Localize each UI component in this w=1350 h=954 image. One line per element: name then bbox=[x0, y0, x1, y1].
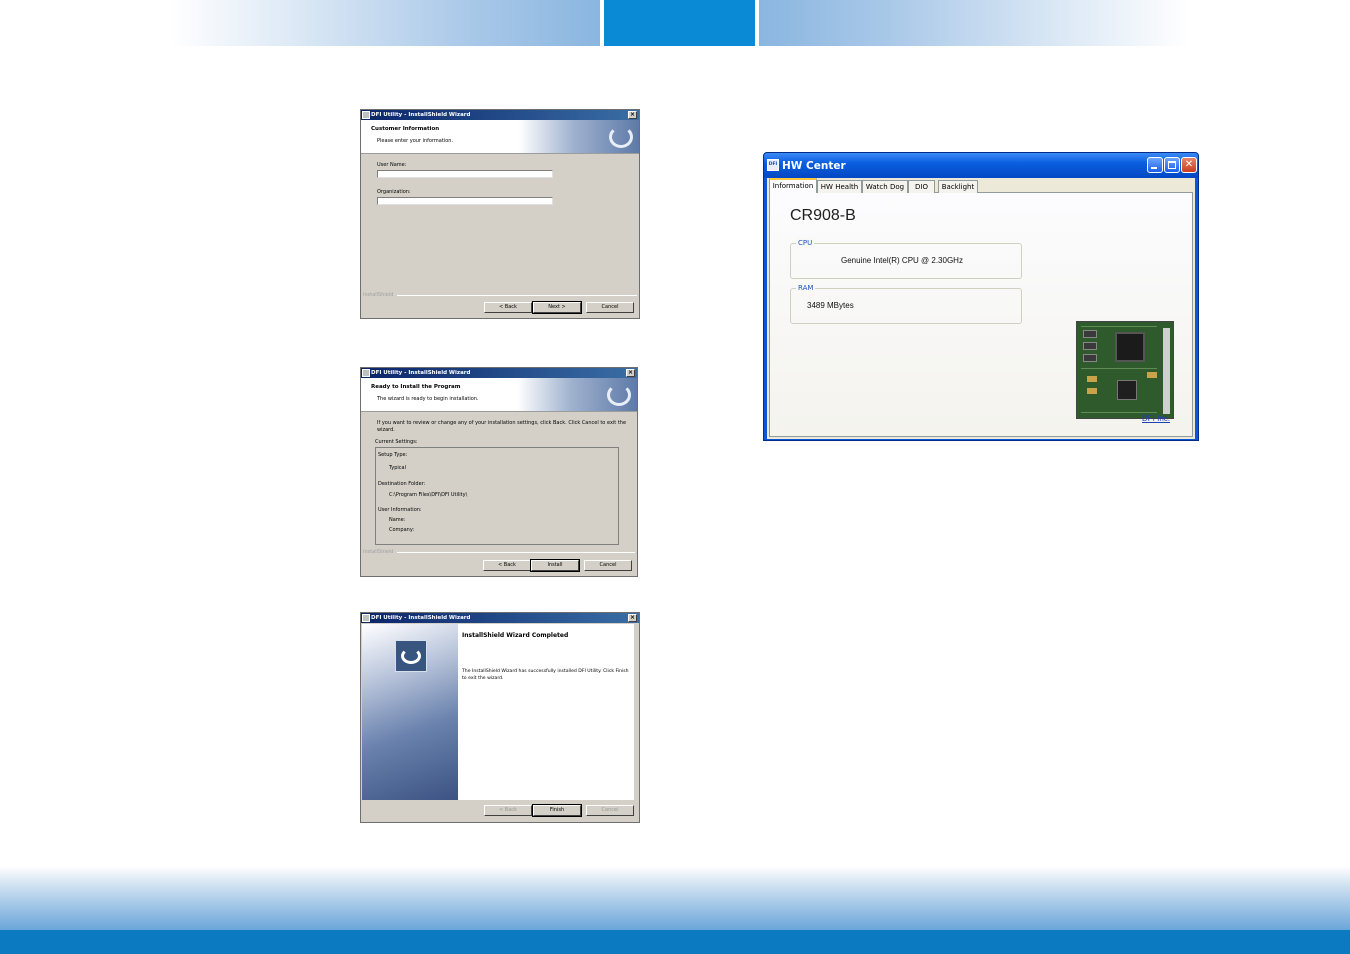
completion-message: The InstallShield Wizard has successfull… bbox=[462, 669, 629, 681]
footer-gradient bbox=[0, 866, 1350, 930]
installshield-brand: InstallShield bbox=[363, 292, 394, 298]
finish-button[interactable]: Finish bbox=[532, 804, 582, 817]
completion-panel: InstallShield Wizard Completed The Insta… bbox=[458, 624, 634, 800]
cpu-label: CPU bbox=[796, 238, 815, 248]
close-icon[interactable]: × bbox=[628, 614, 637, 622]
ready-to-install-dialog: DFI Utility - InstallShield Wizard × Rea… bbox=[360, 367, 638, 577]
header-subtitle: Please enter your information. bbox=[377, 138, 454, 144]
intro-text: If you want to review or change any of y… bbox=[377, 420, 627, 433]
brand-divider bbox=[397, 295, 637, 296]
dialog-titlebar: DFI Utility - InstallShield Wizard × bbox=[361, 613, 639, 623]
installshield-logo-icon bbox=[607, 384, 631, 406]
settings-summary-box: Setup Type: Typical Destination Folder: … bbox=[375, 447, 619, 545]
user-info-label: User Information: bbox=[378, 507, 422, 513]
ram-label: RAM bbox=[796, 283, 816, 293]
completion-title: InstallShield Wizard Completed bbox=[462, 632, 569, 639]
installer-app-icon bbox=[362, 111, 370, 119]
close-icon[interactable]: × bbox=[628, 111, 637, 119]
header-band-left bbox=[170, 0, 600, 46]
cpu-group: CPU Genuine Intel(R) CPU @ 2.30GHz bbox=[790, 238, 1022, 279]
ram-group: RAM 3489 MBytes bbox=[790, 283, 1022, 324]
dialog-title: DFI Utility - InstallShield Wizard bbox=[371, 370, 471, 376]
user-name-input[interactable] bbox=[377, 170, 553, 178]
back-button[interactable]: < Back bbox=[484, 302, 532, 313]
tab-watch-dog[interactable]: Watch Dog bbox=[862, 180, 908, 193]
organization-input[interactable] bbox=[377, 197, 553, 205]
setup-type-label: Setup Type: bbox=[378, 452, 408, 458]
maximize-icon[interactable] bbox=[1164, 157, 1180, 173]
name-label: Name: bbox=[389, 517, 406, 523]
header-title: Customer Information bbox=[371, 126, 440, 132]
next-button[interactable]: Next > bbox=[532, 301, 582, 314]
tab-dio[interactable]: DIO bbox=[908, 180, 935, 193]
board-photo bbox=[1076, 321, 1174, 419]
header-band-right bbox=[759, 0, 1189, 46]
user-name-label: User Name: bbox=[377, 162, 407, 168]
installer-app-icon bbox=[362, 614, 370, 622]
dialog-title: DFI Utility - InstallShield Wizard bbox=[371, 615, 471, 621]
tab-information[interactable]: Information bbox=[769, 178, 817, 193]
dialog-header: Ready to Install the Program The wizard … bbox=[361, 378, 637, 412]
installer-app-icon bbox=[362, 369, 370, 377]
company-label: Company: bbox=[389, 527, 415, 533]
footer-bar bbox=[0, 930, 1350, 954]
information-panel: CR908-B CPU Genuine Intel(R) CPU @ 2.30G… bbox=[769, 192, 1193, 437]
wizard-completed-dialog: DFI Utility - InstallShield Wizard × Ins… bbox=[360, 612, 640, 823]
customer-info-dialog: DFI Utility - InstallShield Wizard × Cus… bbox=[360, 109, 640, 319]
header-subtitle: The wizard is ready to begin installatio… bbox=[377, 396, 479, 402]
dfi-inc-link[interactable]: DFI Inc. bbox=[1142, 414, 1170, 423]
installshield-logo-icon bbox=[395, 640, 427, 672]
hw-center-body: CR908-B CPU Genuine Intel(R) CPU @ 2.30G… bbox=[767, 178, 1195, 439]
board-model: CR908-B bbox=[790, 207, 856, 224]
dialog-titlebar: DFI Utility - InstallShield Wizard × bbox=[361, 368, 637, 378]
window-title: HW Center bbox=[782, 160, 846, 172]
dialog-titlebar: DFI Utility - InstallShield Wizard × bbox=[361, 110, 639, 120]
install-button[interactable]: Install bbox=[530, 559, 580, 572]
header-title: Ready to Install the Program bbox=[371, 384, 461, 390]
installshield-logo-icon bbox=[609, 126, 633, 148]
minimize-icon[interactable] bbox=[1147, 157, 1163, 173]
back-button[interactable]: < Back bbox=[483, 560, 531, 571]
back-button[interactable]: < Back bbox=[484, 805, 532, 816]
dialog-header: Customer Information Please enter your i… bbox=[361, 120, 639, 154]
dialog-title: DFI Utility - InstallShield Wizard bbox=[371, 112, 471, 118]
header-band-center bbox=[604, 0, 755, 46]
destination-value: C:\Program Files\DFI\DFI Utility\ bbox=[389, 492, 468, 498]
tab-backlight[interactable]: Backlight bbox=[938, 180, 978, 193]
brand-divider bbox=[397, 552, 635, 553]
cancel-button[interactable]: Cancel bbox=[586, 805, 634, 816]
cancel-button[interactable]: Cancel bbox=[584, 560, 632, 571]
wizard-side-banner bbox=[362, 624, 458, 800]
setup-type-value: Typical bbox=[389, 465, 406, 471]
hw-center-window: DFI HW Center ✕ CR908-B CPU Genuine Inte… bbox=[763, 152, 1199, 441]
tab-hw-health[interactable]: HW Health bbox=[817, 180, 862, 193]
dfi-app-icon: DFI bbox=[767, 159, 779, 171]
cancel-button[interactable]: Cancel bbox=[586, 302, 634, 313]
ram-value: 3489 MBytes bbox=[807, 301, 854, 310]
installshield-brand: InstallShield bbox=[363, 549, 394, 555]
current-settings-label: Current Settings: bbox=[375, 439, 418, 445]
destination-label: Destination Folder: bbox=[378, 481, 426, 487]
cpu-value: Genuine Intel(R) CPU @ 2.30GHz bbox=[841, 256, 963, 265]
organization-label: Organization: bbox=[377, 189, 411, 195]
close-icon[interactable]: ✕ bbox=[1181, 157, 1197, 173]
hw-center-titlebar[interactable]: DFI HW Center ✕ bbox=[764, 153, 1198, 178]
close-icon[interactable]: × bbox=[626, 369, 635, 377]
